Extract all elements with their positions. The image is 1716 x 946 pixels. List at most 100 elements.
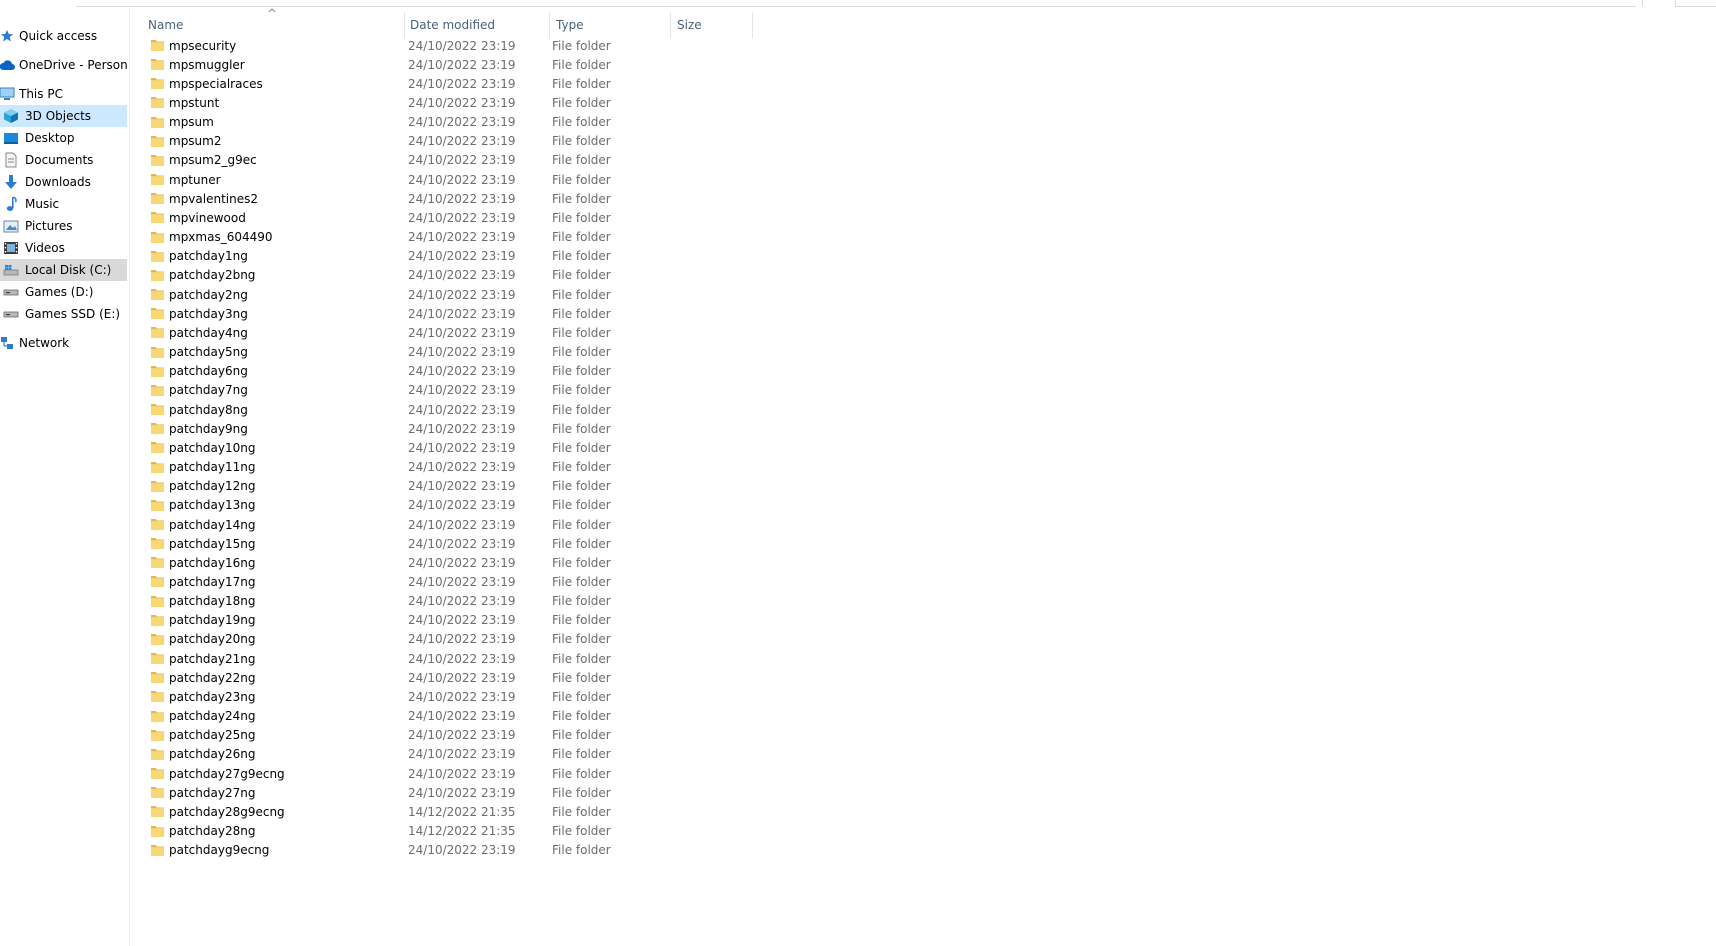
folder-icon [150, 651, 165, 665]
file-row[interactable]: mpsum 24/10/2022 23:19 File folder [148, 112, 748, 133]
nav-item-games-d[interactable]: Games (D:) [0, 281, 127, 303]
file-row[interactable]: patchday5ng 24/10/2022 23:19 File folder [148, 342, 748, 363]
file-type: File folder [552, 517, 611, 532]
file-type: File folder [552, 172, 611, 187]
file-row[interactable]: mptuner 24/10/2022 23:19 File folder [148, 169, 748, 190]
file-type: File folder [552, 594, 611, 609]
file-date-modified: 24/10/2022 23:19 [408, 574, 516, 589]
nav-item-videos[interactable]: Videos [0, 237, 127, 259]
file-date-modified: 24/10/2022 23:19 [408, 383, 516, 398]
file-row[interactable]: patchday2ng 24/10/2022 23:19 File folder [148, 284, 748, 305]
folder-icon [150, 670, 165, 684]
file-row[interactable]: patchday20ng 24/10/2022 23:19 File folder [148, 629, 748, 650]
file-type: File folder [552, 824, 611, 839]
nav-item-quick-access[interactable]: Quick access [0, 25, 127, 47]
file-row[interactable]: mpxmas_604490 24/10/2022 23:19 File folder [148, 227, 748, 248]
file-name: patchday14ng [169, 517, 256, 532]
column-header-size[interactable]: Size [677, 14, 747, 36]
file-type: File folder [552, 536, 611, 551]
file-name: patchday7ng [169, 383, 248, 398]
nav-item-downloads[interactable]: Downloads [0, 171, 127, 193]
navigation-pane-divider[interactable] [129, 6, 130, 946]
file-row[interactable]: mpsum2 24/10/2022 23:19 File folder [148, 131, 748, 152]
file-row[interactable]: mpspecialraces 24/10/2022 23:19 File folde… [148, 73, 748, 94]
file-row[interactable]: mpsmuggler 24/10/2022 23:19 File folder [148, 54, 748, 75]
file-row[interactable]: patchday4ng 24/10/2022 23:19 File folder [148, 322, 748, 343]
file-date-modified: 24/10/2022 23:19 [408, 709, 516, 724]
file-row[interactable]: patchday28ng 14/12/2022 21:35 File folder [148, 821, 748, 842]
file-row[interactable]: mpsum2_g9ec 24/10/2022 23:19 File folder [148, 150, 748, 171]
file-row[interactable]: patchdayg9ecng 24/10/2022 23:19 File folde… [148, 840, 748, 861]
file-date-modified: 24/10/2022 23:19 [408, 460, 516, 475]
file-type: File folder [552, 651, 611, 666]
file-date-modified: 24/10/2022 23:19 [408, 153, 516, 168]
file-date-modified: 24/10/2022 23:19 [408, 95, 516, 110]
file-row[interactable]: patchday18ng 24/10/2022 23:19 File folder [148, 591, 748, 612]
file-type: File folder [552, 402, 611, 417]
file-row[interactable]: patchday27g9ecng 24/10/2022 23:19 File fol… [148, 763, 748, 784]
nav-item-label: Local Disk (C:) [25, 263, 112, 277]
file-type: File folder [552, 843, 611, 858]
nav-item-desktop[interactable]: Desktop [0, 127, 127, 149]
file-name: patchday5ng [169, 345, 248, 360]
file-row[interactable]: patchday10ng 24/10/2022 23:19 File folder [148, 437, 748, 458]
file-name: mpsmuggler [169, 57, 245, 72]
file-row[interactable]: mpstunt 24/10/2022 23:19 File folder [148, 92, 748, 113]
nav-item-local-disk-c[interactable]: Local Disk (C:) [0, 259, 127, 281]
column-header-type[interactable]: Type [556, 14, 666, 36]
column-header-name[interactable]: Name [148, 14, 400, 36]
search-box[interactable] [1675, 0, 1716, 7]
nav-item-music[interactable]: Music [0, 193, 127, 215]
nav-item-label: Network [19, 336, 70, 350]
file-row[interactable]: patchday1ng 24/10/2022 23:19 File folder [148, 246, 748, 267]
cube-icon [3, 108, 19, 124]
folder-icon [150, 689, 165, 703]
file-name: patchday26ng [169, 747, 256, 762]
nav-item-this-pc[interactable]: This PC [0, 83, 127, 105]
folder-icon [150, 249, 165, 263]
file-row[interactable]: patchday9ng 24/10/2022 23:19 File folder [148, 418, 748, 439]
file-row[interactable]: patchday14ng 24/10/2022 23:19 File folder [148, 514, 748, 535]
file-row[interactable]: mpvalentines2 24/10/2022 23:19 File folder [148, 188, 748, 209]
file-name: patchday21ng [169, 651, 256, 666]
file-row[interactable]: patchday19ng 24/10/2022 23:19 File folder [148, 610, 748, 631]
file-row[interactable]: patchday11ng 24/10/2022 23:19 File folder [148, 457, 748, 478]
file-type: File folder [552, 613, 611, 628]
file-row[interactable]: patchday25ng 24/10/2022 23:19 File folder [148, 725, 748, 746]
column-resize-handle[interactable] [752, 12, 753, 38]
file-name: patchday8ng [169, 402, 248, 417]
nav-item-pictures[interactable]: Pictures [0, 215, 127, 237]
nav-item-3d-objects[interactable]: 3D Objects [0, 105, 127, 127]
column-header-date-modified[interactable]: Date modified [410, 14, 550, 36]
file-row[interactable]: patchday2bng 24/10/2022 23:19 File folder [148, 265, 748, 286]
nav-item-network[interactable]: Network [0, 332, 127, 354]
address-bar[interactable] [76, 0, 1643, 7]
file-row[interactable]: patchday3ng 24/10/2022 23:19 File folder [148, 303, 748, 324]
file-row[interactable]: patchday17ng 24/10/2022 23:19 File folder [148, 571, 748, 592]
file-row[interactable]: patchday22ng 24/10/2022 23:19 File folder [148, 667, 748, 688]
file-row[interactable]: patchday12ng 24/10/2022 23:19 File folder [148, 476, 748, 497]
nav-item-label: Documents [25, 153, 94, 167]
file-row[interactable]: patchday16ng 24/10/2022 23:19 File folder [148, 552, 748, 573]
file-row[interactable]: patchday24ng 24/10/2022 23:19 File folder [148, 706, 748, 727]
file-row[interactable]: patchday8ng 24/10/2022 23:19 File folder [148, 399, 748, 420]
file-row[interactable]: mpsecurity 24/10/2022 23:19 File folder [148, 35, 748, 56]
file-row[interactable]: patchday15ng 24/10/2022 23:19 File folder [148, 533, 748, 554]
file-row[interactable]: patchday6ng 24/10/2022 23:19 File folder [148, 361, 748, 382]
file-row[interactable]: patchday13ng 24/10/2022 23:19 File folder [148, 495, 748, 516]
nav-item-documents[interactable]: Documents [0, 149, 127, 171]
nav-item-onedrive-personal[interactable]: OneDrive - Personal [0, 54, 127, 76]
file-row[interactable]: patchday23ng 24/10/2022 23:19 File folder [148, 686, 748, 707]
file-row[interactable]: patchday26ng 24/10/2022 23:19 File folder [148, 744, 748, 765]
file-name: patchday27ng [169, 785, 256, 800]
cloud-icon [0, 57, 15, 73]
file-row[interactable]: patchday7ng 24/10/2022 23:19 File folder [148, 380, 748, 401]
file-name: mpsum2_g9ec [169, 153, 257, 168]
nav-item-games-ssd-e[interactable]: Games SSD (E:) [0, 303, 127, 325]
file-row[interactable]: patchday21ng 24/10/2022 23:19 File folder [148, 648, 748, 669]
file-row[interactable]: mpvinewood 24/10/2022 23:19 File folder [148, 207, 748, 228]
file-name: patchday28g9ecng [169, 804, 285, 819]
file-row[interactable]: patchday28g9ecng 14/12/2022 21:35 File fol… [148, 801, 748, 822]
music-note-icon [3, 196, 19, 212]
file-row[interactable]: patchday27ng 24/10/2022 23:19 File folder [148, 782, 748, 803]
